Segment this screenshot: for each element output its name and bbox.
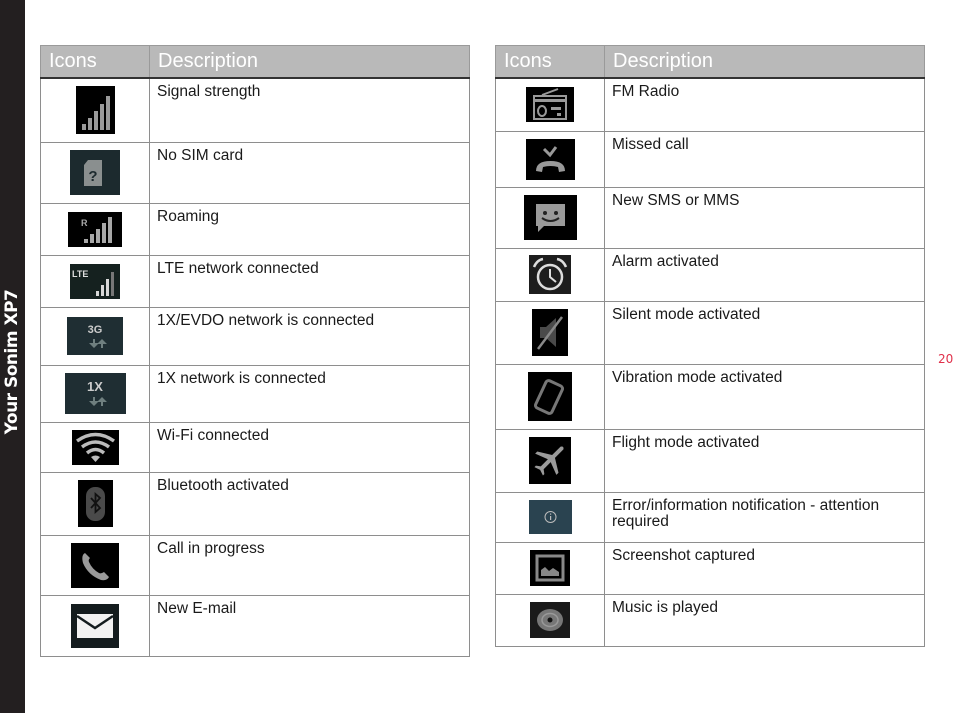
- row-description: FM Radio: [604, 77, 925, 132]
- row-description: Roaming: [149, 202, 470, 256]
- row-description: Silent mode activated: [604, 300, 925, 365]
- svg-text:?: ?: [88, 168, 97, 185]
- table-row: Alarm activated: [495, 247, 925, 302]
- table-row: New SMS or MMS: [495, 186, 925, 249]
- sidebar: Your Sonim XP7: [0, 0, 25, 713]
- table-row: Signal strength: [40, 77, 470, 143]
- svg-text:3G: 3G: [88, 324, 103, 336]
- signal-strength-icon: [75, 86, 115, 135]
- missed-call-icon: [525, 138, 575, 180]
- table-row: R Roaming: [40, 202, 470, 256]
- 1x-icon: 1X: [64, 373, 126, 414]
- alarm-icon: [529, 255, 571, 294]
- page-number: 20: [938, 352, 954, 366]
- row-description: Wi-Fi connected: [149, 421, 470, 473]
- row-description: 1X/EVDO network is connected: [149, 306, 470, 366]
- sidebar-title: Your Sonim XP7: [2, 289, 22, 435]
- svg-text:LTE: LTE: [72, 269, 88, 279]
- 3g-icon: 3G: [67, 317, 123, 355]
- row-description: Signal strength: [149, 77, 470, 143]
- table-header-row: Icons Description: [495, 45, 925, 79]
- svg-text:R: R: [81, 218, 88, 228]
- row-description: 1X network is connected: [149, 364, 470, 423]
- svg-text:1X: 1X: [87, 379, 103, 394]
- left-icons-table: Icons Description Signal strength ? No S…: [40, 45, 470, 657]
- row-description: LTE network connected: [149, 254, 470, 308]
- table-row: Call in progress: [40, 534, 470, 596]
- bluetooth-icon: [77, 480, 113, 527]
- table-row: Missed call: [495, 130, 925, 188]
- table-row: Error/information notification - attenti…: [495, 491, 925, 543]
- row-description: Alarm activated: [604, 247, 925, 302]
- row-description: Flight mode activated: [604, 428, 925, 493]
- sms-icon: [523, 195, 577, 240]
- airplane-icon: [529, 437, 571, 484]
- info-icon: [528, 500, 572, 534]
- table-row: 1X 1X network is connected: [40, 364, 470, 423]
- header-description: Description: [149, 45, 470, 79]
- silent-mode-icon: [532, 309, 568, 356]
- phone-call-icon: [71, 542, 119, 588]
- header-icons: Icons: [495, 45, 605, 79]
- row-description: Music is played: [604, 593, 925, 647]
- right-icons-table: Icons Description FM Radio Missed call N…: [495, 45, 925, 647]
- table-header-row: Icons Description: [40, 45, 470, 79]
- roaming-icon: R: [68, 211, 122, 247]
- table-row: Music is played: [495, 593, 925, 647]
- screenshot-icon: [530, 550, 570, 586]
- table-row: Flight mode activated: [495, 428, 925, 493]
- row-description: Vibration mode activated: [604, 363, 925, 430]
- row-description: Error/information notification - attenti…: [604, 491, 925, 543]
- table-row: Wi-Fi connected: [40, 421, 470, 473]
- table-row: Bluetooth activated: [40, 471, 470, 536]
- row-description: Bluetooth activated: [149, 471, 470, 536]
- no-sim-card-icon: ?: [70, 150, 120, 195]
- table-row: Silent mode activated: [495, 300, 925, 365]
- email-icon: [71, 603, 119, 648]
- row-description: New SMS or MMS: [604, 186, 925, 249]
- table-row: New E-mail: [40, 594, 470, 657]
- fm-radio-icon: [526, 87, 574, 123]
- table-row: LTE LTE network connected: [40, 254, 470, 308]
- header-icons: Icons: [40, 45, 150, 79]
- table-row: FM Radio: [495, 77, 925, 132]
- row-description: Missed call: [604, 130, 925, 188]
- row-description: New E-mail: [149, 594, 470, 657]
- row-description: Call in progress: [149, 534, 470, 596]
- row-description: No SIM card: [149, 141, 470, 204]
- wifi-icon: [71, 429, 119, 465]
- row-description: Screenshot captured: [604, 541, 925, 595]
- music-icon: [530, 602, 570, 638]
- table-row: Vibration mode activated: [495, 363, 925, 430]
- vibration-icon: [528, 372, 572, 421]
- table-row: ? No SIM card: [40, 141, 470, 204]
- table-row: Screenshot captured: [495, 541, 925, 595]
- lte-icon: LTE: [70, 263, 120, 299]
- table-row: 3G 1X/EVDO network is connected: [40, 306, 470, 366]
- header-description: Description: [604, 45, 925, 79]
